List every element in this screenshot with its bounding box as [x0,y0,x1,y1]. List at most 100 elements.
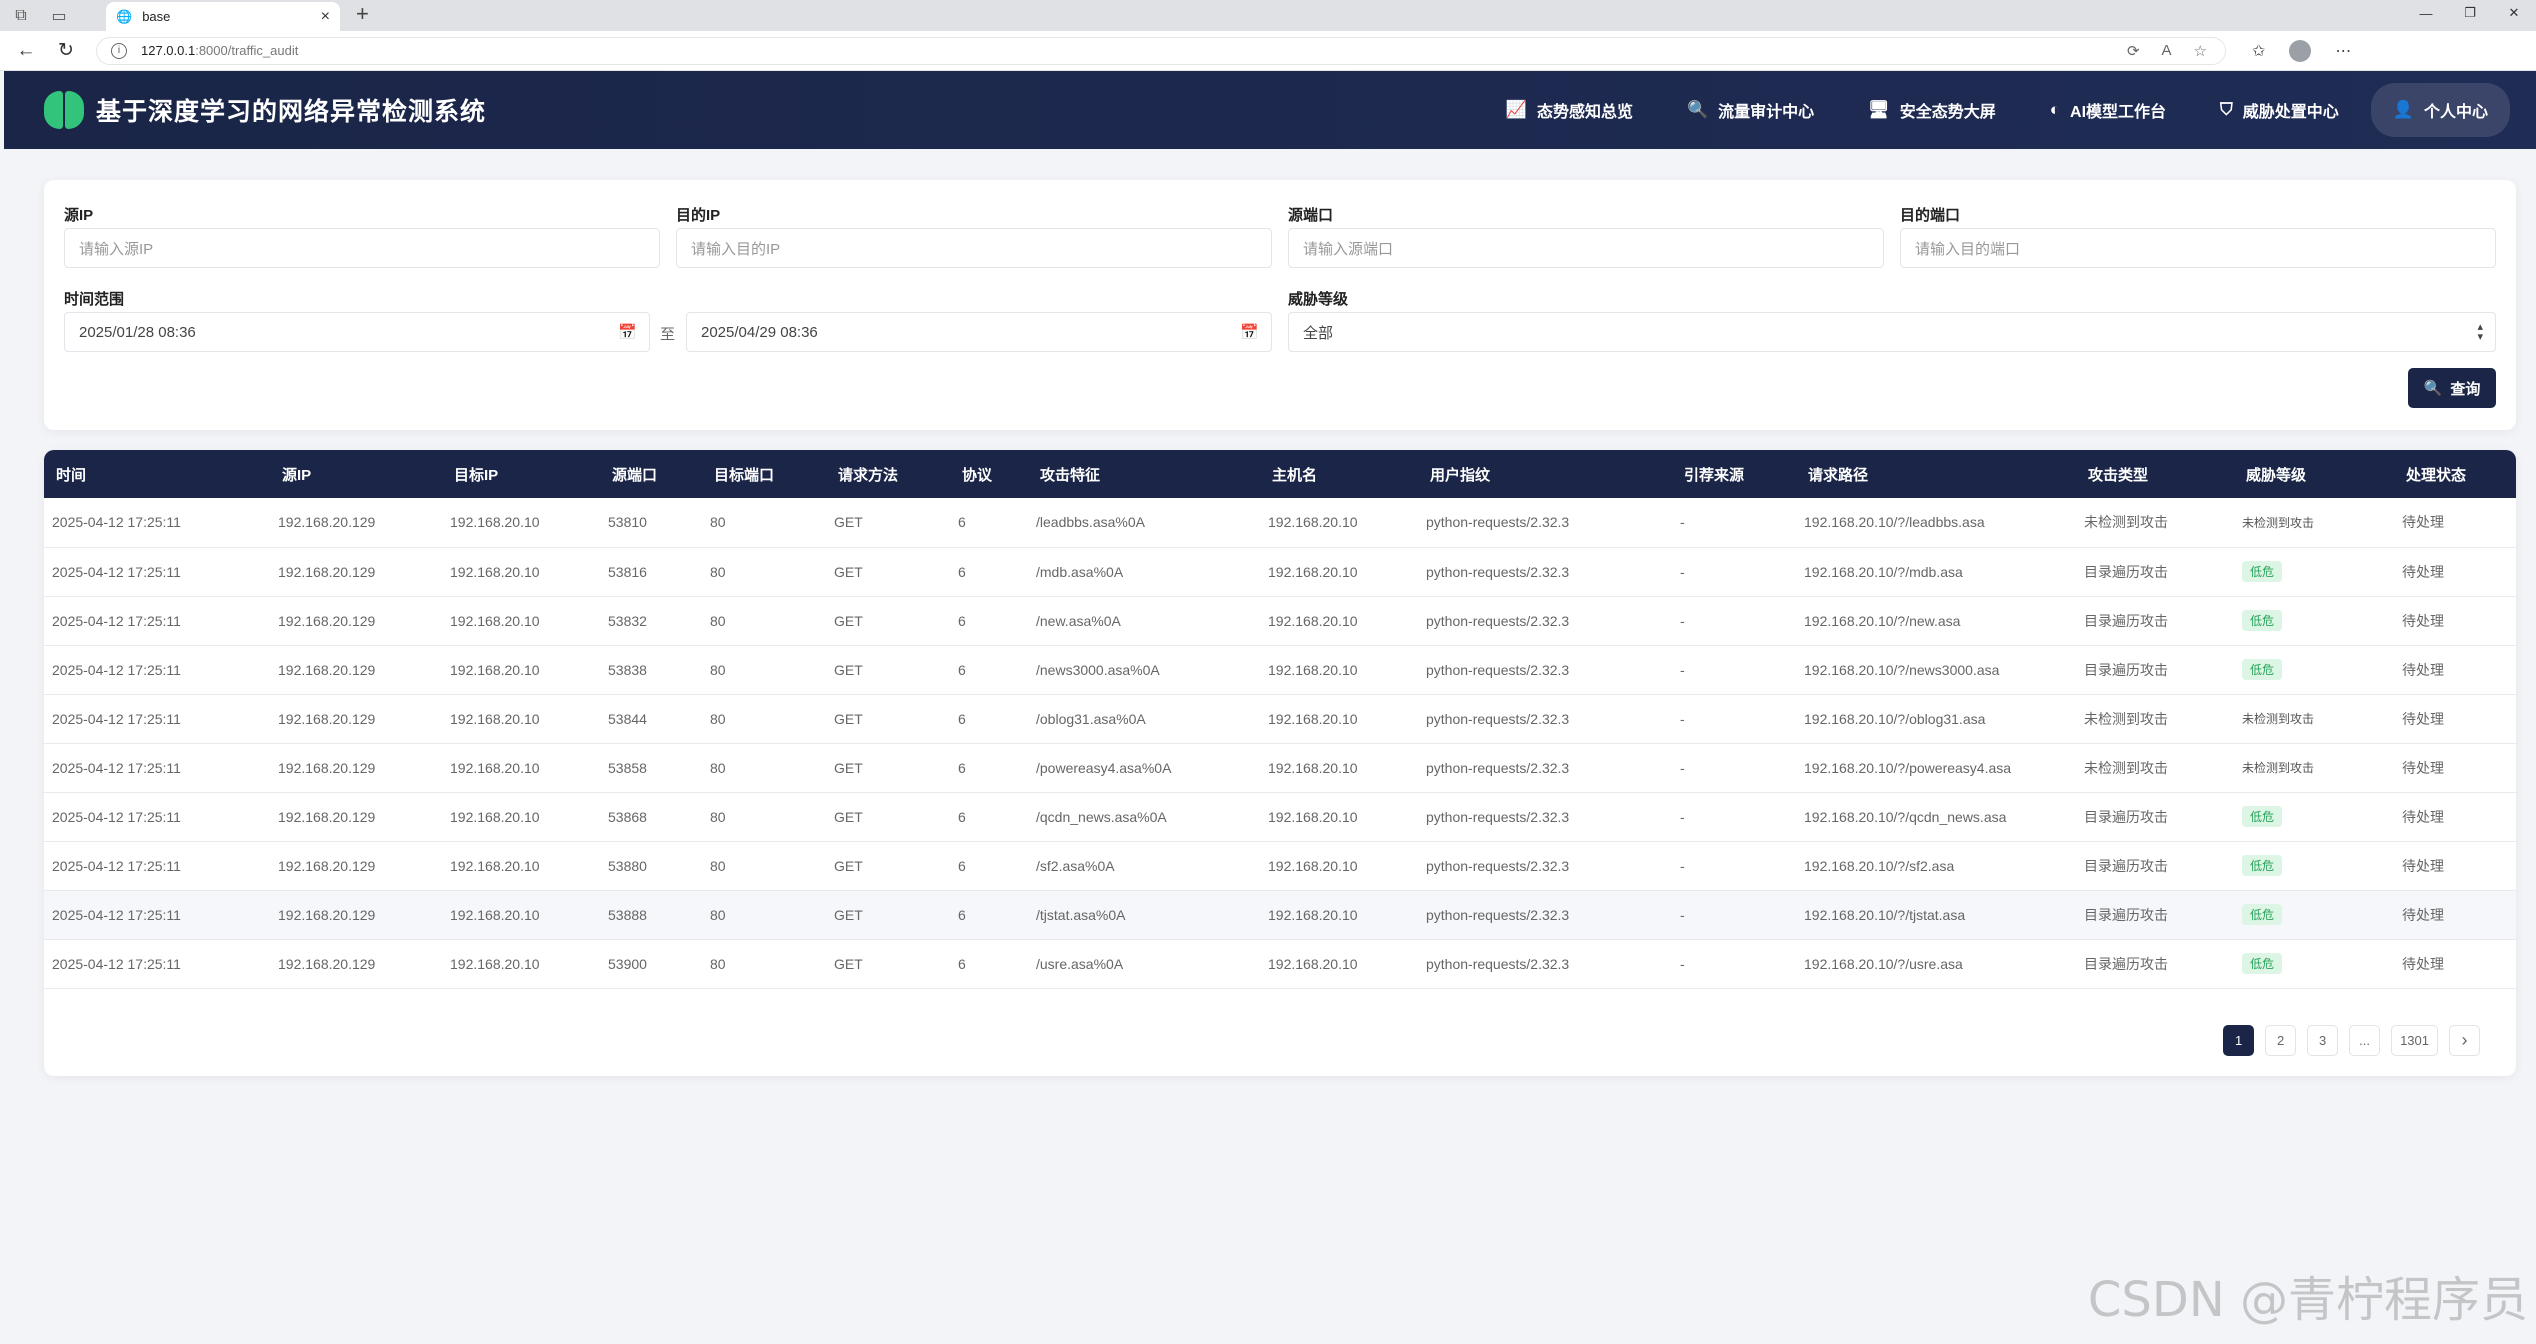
table-row[interactable]: 2025-04-12 17:25:11 192.168.20.129 192.168… [44,841,2516,891]
table-cell: 2025-04-12 17:25:11 [44,694,270,744]
table-cell: 2025-04-12 17:25:11 [44,498,270,548]
table-cell: 未检测到攻击 [2076,498,2234,548]
table-cell: 192.168.20.10 [1260,743,1418,793]
new-tab-icon[interactable]: + [356,1,369,27]
tab-title: base [142,9,171,24]
close-window-icon[interactable]: ✕ [2492,5,2536,21]
table-row[interactable]: 2025-04-12 17:25:11 192.168.20.129 192.168… [44,743,2516,793]
table-row[interactable]: 2025-04-12 17:25:11 192.168.20.129 192.168… [44,498,2516,548]
table-cell: 192.168.20.10 [1260,694,1418,744]
main-nav: 📈 态势感知总览 🔍 流量审计中心 🖥 安全态势大屏 ◐ AI模型工作台 ⛉ 威… [1452,71,2510,149]
more-menu-icon[interactable]: ⋯ [2335,41,2351,61]
table-cell: 待处理 [2394,645,2516,695]
table-cell: 低危 [2234,792,2394,842]
next-page-icon[interactable]: › [2449,1025,2480,1056]
restore-icon[interactable]: ❐ [2448,5,2492,21]
threat-level-value: 全部 [1303,324,1334,342]
table-cell: 低危 [2234,939,2394,989]
table-cell: GET [826,596,950,646]
select-caret-icon: ▴ ▾ [2477,321,2483,343]
close-tab-icon[interactable]: × [321,8,330,26]
nav-label: 威胁处置中心 [2242,104,2339,121]
table-cell: 80 [702,743,826,793]
dst-ip-input[interactable]: 请输入目的IP [676,228,1272,268]
table-row[interactable]: 2025-04-12 17:25:11 192.168.20.129 192.168… [44,939,2516,989]
table-cell: python-requests/2.32.3 [1418,596,1672,646]
column-header: 时间 [56,466,87,484]
end-date-input[interactable]: 2025/04/29 08:36 📅 [686,312,1272,352]
table-cell: 80 [702,694,826,744]
table-cell: 192.168.20.10 [1260,792,1418,842]
table-cell: python-requests/2.32.3 [1418,645,1672,695]
table-cell: python-requests/2.32.3 [1418,890,1672,940]
back-icon[interactable]: ← [12,40,40,62]
table-cell: 53868 [600,792,702,842]
threat-level-label: 威胁等级 [1288,291,1349,308]
page-button[interactable]: 1 [2223,1025,2255,1056]
browser-toolbar: ← ↻ i 127.0.0.1:8000/traffic_audit ⟳ A ☆… [0,31,2536,71]
src-port-input[interactable]: 请输入源端口 [1288,228,1884,268]
calendar-icon[interactable]: 📅 [618,323,637,341]
column-header: 攻击类型 [2088,466,2149,484]
read-aloud-icon[interactable]: A [2162,42,2172,59]
table-cell: 低危 [2234,596,2394,646]
favorite-star-icon[interactable]: ☆ [2194,42,2207,60]
nav-user-center[interactable]: 👤 个人中心 [2370,83,2510,137]
threat-level-badge: 低危 [2242,953,2283,974]
minimize-icon[interactable]: — [2404,6,2448,21]
table-cell: 53838 [600,645,702,695]
table-cell: GET [826,743,950,793]
src-ip-input[interactable]: 请输入源IP [64,228,660,268]
table-cell: GET [826,890,950,940]
table-cell: /mdb.asa%0A [1028,547,1260,597]
page-ellipsis: ... [2349,1025,2381,1056]
table-cell: 192.168.20.129 [270,939,442,989]
column-header: 源端口 [612,466,658,484]
start-date-input[interactable]: 2025/01/28 08:36 📅 [64,312,650,352]
table-row[interactable]: 2025-04-12 17:25:11 192.168.20.129 192.168… [44,694,2516,744]
search-button[interactable]: 🔍 查询 [2408,368,2496,408]
table-row[interactable]: 2025-04-12 17:25:11 192.168.20.129 192.168… [44,645,2516,695]
table-row[interactable]: 2025-04-12 17:25:11 192.168.20.129 192.168… [44,890,2516,940]
nav-label: AI模型工作台 [2070,104,2167,121]
nav-traffic-audit[interactable]: 🔍 流量审计中心 [1687,98,1814,122]
workspaces-icon[interactable]: ⧉ [8,3,34,29]
nav-ai-workbench[interactable]: ◐ AI模型工作台 [2050,98,2166,122]
table-row[interactable]: 2025-04-12 17:25:11 192.168.20.129 192.168… [44,792,2516,842]
table-cell: 2025-04-12 17:25:11 [44,890,270,940]
tab-actions-icon[interactable]: ▭ [46,3,72,29]
address-bar[interactable]: i 127.0.0.1:8000/traffic_audit ⟳ A ☆ [96,36,2226,65]
page-button[interactable]: 3 [2307,1025,2339,1056]
nav-security-screen[interactable]: 🖥 安全态势大屏 [1868,98,1996,122]
profile-avatar[interactable] [2289,39,2312,62]
info-icon[interactable]: i [111,42,127,59]
threat-level-select[interactable]: 全部 ▴ ▾ [1288,312,2496,352]
shield-icon: ⛉ [2220,100,2233,119]
translate-icon[interactable]: ⟳ [2127,42,2140,60]
table-cell: 53888 [600,890,702,940]
dst-port-input[interactable]: 请输入目的端口 [1900,228,2496,268]
page-button[interactable]: 2 [2265,1025,2297,1056]
column-header: 引荐来源 [1684,466,1745,484]
url-host: 127.0.0.1 [141,43,196,58]
brain-logo-icon [44,91,84,129]
table-cell: /sf2.asa%0A [1028,841,1260,891]
threat-level-badge: 低危 [2242,610,2283,631]
nav-situation-overview[interactable]: 📈 态势感知总览 [1506,98,1633,122]
table-row[interactable]: 2025-04-12 17:25:11 192.168.20.129 192.168… [44,596,2516,646]
table-row[interactable]: 2025-04-12 17:25:11 192.168.20.129 192.168… [44,547,2516,597]
table-cell: 192.168.20.10/?/mdb.asa [1796,547,2076,597]
calendar-icon[interactable]: 📅 [1240,323,1259,341]
table-cell: 53858 [600,743,702,793]
time-range-label: 时间范围 [64,291,125,308]
nav-threat-response[interactable]: ⛉ 威胁处置中心 [2220,98,2339,122]
reload-icon[interactable]: ↻ [52,39,80,62]
table-cell: 待处理 [2394,890,2516,940]
src-ip-label: 源IP [64,207,94,224]
table-cell: 192.168.20.129 [270,547,442,597]
table-cell: 6 [950,498,1028,548]
page-button[interactable]: 1301 [2391,1025,2438,1056]
threat-level-badge: 低危 [2242,659,2283,680]
favorites-icon[interactable]: ✩ [2252,41,2265,61]
browser-tab[interactable]: 🌐 base × [106,2,340,31]
